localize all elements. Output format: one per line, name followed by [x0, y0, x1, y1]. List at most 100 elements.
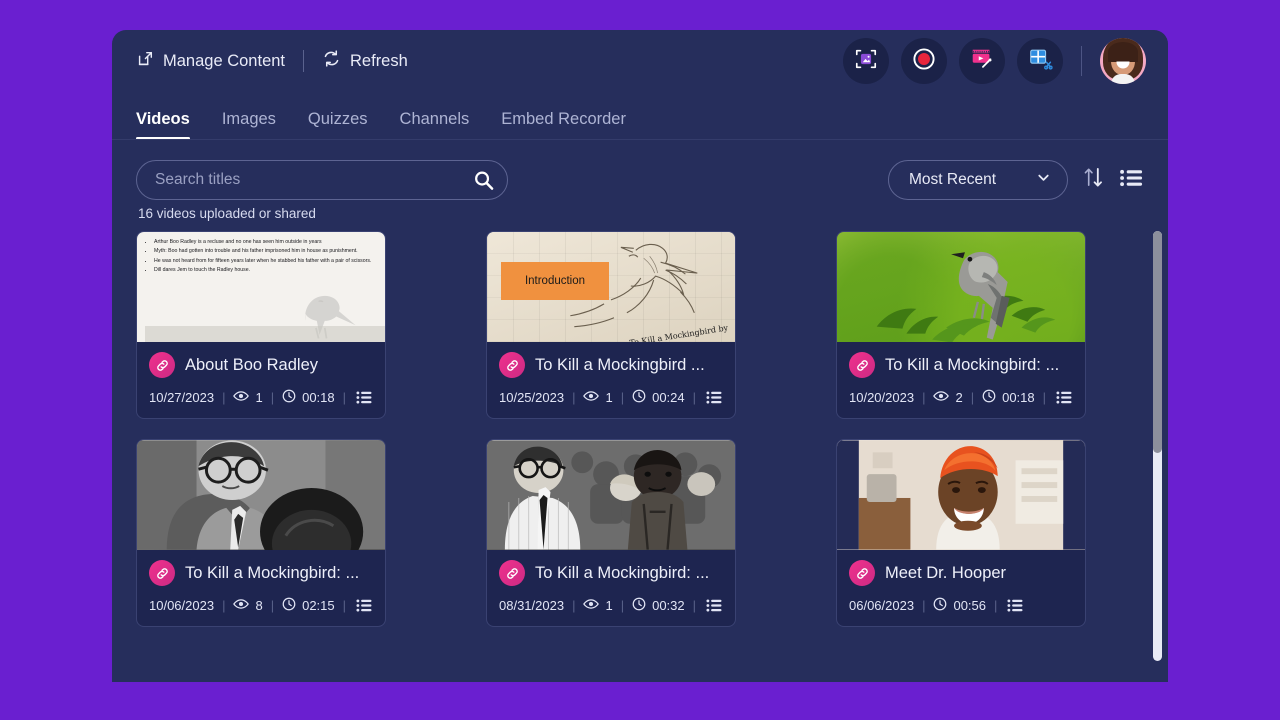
link-icon[interactable]: [499, 560, 525, 586]
tab-embed-recorder-label: Embed Recorder: [501, 110, 626, 128]
meta-divider: |: [270, 598, 275, 613]
video-title-row: To Kill a Mockingbird: ...: [499, 560, 723, 586]
meta-divider: |: [342, 390, 347, 405]
video-card[interactable]: Arthur Boo Radley is a recluse and no on…: [136, 231, 386, 419]
content-area: Most Recent: [112, 140, 1168, 661]
video-edit-icon: [969, 46, 995, 77]
link-icon[interactable]: [849, 352, 875, 378]
video-card[interactable]: To Kill a Mockingbird: ... 10/20/2023 |: [836, 231, 1086, 419]
video-duration: 00:18: [982, 389, 1035, 406]
video-thumbnail[interactable]: [837, 440, 1085, 550]
eye-icon: [933, 390, 950, 405]
video-views-count: 2: [955, 390, 963, 405]
video-views-count: 1: [605, 598, 613, 613]
video-options-menu-icon[interactable]: [1007, 598, 1024, 613]
video-duration-value: 00:32: [652, 598, 685, 613]
link-icon[interactable]: [149, 560, 175, 586]
video-card[interactable]: Meet Dr. Hooper 06/06/2023 | 00:56 |: [836, 439, 1086, 627]
tab-quizzes-label: Quizzes: [307, 110, 368, 128]
grid-scrollbar[interactable]: [1153, 231, 1162, 661]
tab-images[interactable]: Images: [222, 110, 276, 140]
video-card[interactable]: Introduction To Kill a Mockingbird by To…: [486, 231, 736, 419]
thumbnail-rail: [145, 326, 385, 342]
video-card[interactable]: To Kill a Mockingbird: ... 08/31/2023 |: [486, 439, 736, 627]
manage-content-button[interactable]: Manage Content: [136, 50, 285, 73]
grid-scrollbar-thumb[interactable]: [1153, 231, 1162, 453]
sort-select[interactable]: Most Recent: [888, 160, 1068, 200]
thumbnail-bullet: He was not heard from for fifteen years …: [154, 258, 379, 266]
meta-divider: |: [620, 390, 625, 405]
meta-divider: |: [572, 598, 576, 613]
video-title[interactable]: To Kill a Mockingbird ...: [535, 356, 705, 375]
video-date: 10/20/2023: [849, 390, 915, 405]
screen-grid-capture-button[interactable]: [1017, 38, 1063, 84]
link-icon[interactable]: [149, 352, 175, 378]
meta-divider: |: [270, 390, 275, 405]
video-title[interactable]: About Boo Radley: [185, 356, 318, 375]
meta-divider: |: [1042, 390, 1047, 405]
video-duration-value: 02:15: [302, 598, 335, 613]
video-title[interactable]: To Kill a Mockingbird: ...: [885, 356, 1059, 375]
meta-divider: |: [342, 598, 347, 613]
thumbnail-bird-photo: [837, 232, 1085, 342]
link-icon[interactable]: [849, 560, 875, 586]
header-actions-left: Manage Content Refresh: [136, 49, 408, 73]
link-icon[interactable]: [499, 352, 525, 378]
tab-images-label: Images: [221, 110, 276, 128]
meta-divider: |: [692, 390, 697, 405]
meta-divider: |: [994, 598, 998, 613]
video-thumbnail[interactable]: Arthur Boo Radley is a recluse and no on…: [137, 232, 385, 342]
video-thumbnail[interactable]: [487, 440, 735, 550]
video-title[interactable]: To Kill a Mockingbird: ...: [535, 564, 709, 583]
grid-crop-icon: [1027, 46, 1053, 77]
video-thumbnail[interactable]: [837, 232, 1085, 342]
video-title[interactable]: To Kill a Mockingbird: ...: [185, 564, 359, 583]
meta-divider: |: [922, 598, 926, 613]
thumbnail-color-portrait: [837, 440, 1085, 550]
video-thumbnail[interactable]: Introduction To Kill a Mockingbird by: [487, 232, 735, 342]
video-title-row: To Kill a Mockingbird ...: [499, 352, 723, 378]
video-options-menu-icon[interactable]: [706, 390, 723, 405]
video-duration-value: 00:18: [302, 390, 335, 405]
meta-divider: |: [922, 390, 926, 405]
clock-icon: [632, 389, 646, 406]
meta-divider: |: [692, 598, 697, 613]
video-duration-value: 00:24: [652, 390, 685, 405]
clock-icon: [282, 389, 296, 406]
clock-icon: [982, 389, 996, 406]
search-icon[interactable]: [473, 170, 494, 191]
thumbnail-dr-hooper: [837, 440, 1085, 550]
content-toolbar: Most Recent: [112, 140, 1168, 200]
external-link-icon: [136, 50, 154, 73]
tab-videos[interactable]: Videos: [136, 110, 190, 140]
meta-divider: |: [620, 598, 625, 613]
video-options-menu-icon[interactable]: [356, 390, 373, 405]
eye-icon: [583, 598, 600, 613]
tab-quizzes[interactable]: Quizzes: [308, 110, 368, 140]
video-options-menu-icon[interactable]: [706, 598, 723, 613]
video-date: 08/31/2023: [499, 598, 565, 613]
sort-direction-button[interactable]: [1082, 165, 1105, 195]
eye-icon: [233, 390, 250, 405]
video-duration: 02:15: [282, 597, 335, 614]
video-card-body: To Kill a Mockingbird: ... 10/20/2023 |: [837, 342, 1085, 418]
list-view-button[interactable]: [1119, 167, 1144, 194]
video-duration: 00:24: [632, 389, 685, 406]
video-card[interactable]: To Kill a Mockingbird: ... 10/06/2023 |: [136, 439, 386, 627]
video-edit-button[interactable]: [959, 38, 1005, 84]
search-input[interactable]: [136, 160, 508, 200]
video-options-menu-icon[interactable]: [356, 598, 373, 613]
refresh-icon: [322, 49, 341, 73]
video-views: 1: [583, 598, 613, 613]
record-button[interactable]: [901, 38, 947, 84]
video-title[interactable]: Meet Dr. Hooper: [885, 564, 1006, 583]
avatar[interactable]: [1100, 38, 1146, 84]
tab-embed-recorder[interactable]: Embed Recorder: [501, 110, 626, 140]
video-options-menu-icon[interactable]: [1056, 390, 1073, 405]
video-thumbnail[interactable]: [137, 440, 385, 550]
video-views: 1: [233, 390, 263, 405]
video-grid-scroll[interactable]: Arthur Boo Radley is a recluse and no on…: [112, 231, 1168, 661]
screenshot-capture-button[interactable]: [843, 38, 889, 84]
refresh-button[interactable]: Refresh: [322, 49, 408, 73]
tab-channels[interactable]: Channels: [400, 110, 470, 140]
